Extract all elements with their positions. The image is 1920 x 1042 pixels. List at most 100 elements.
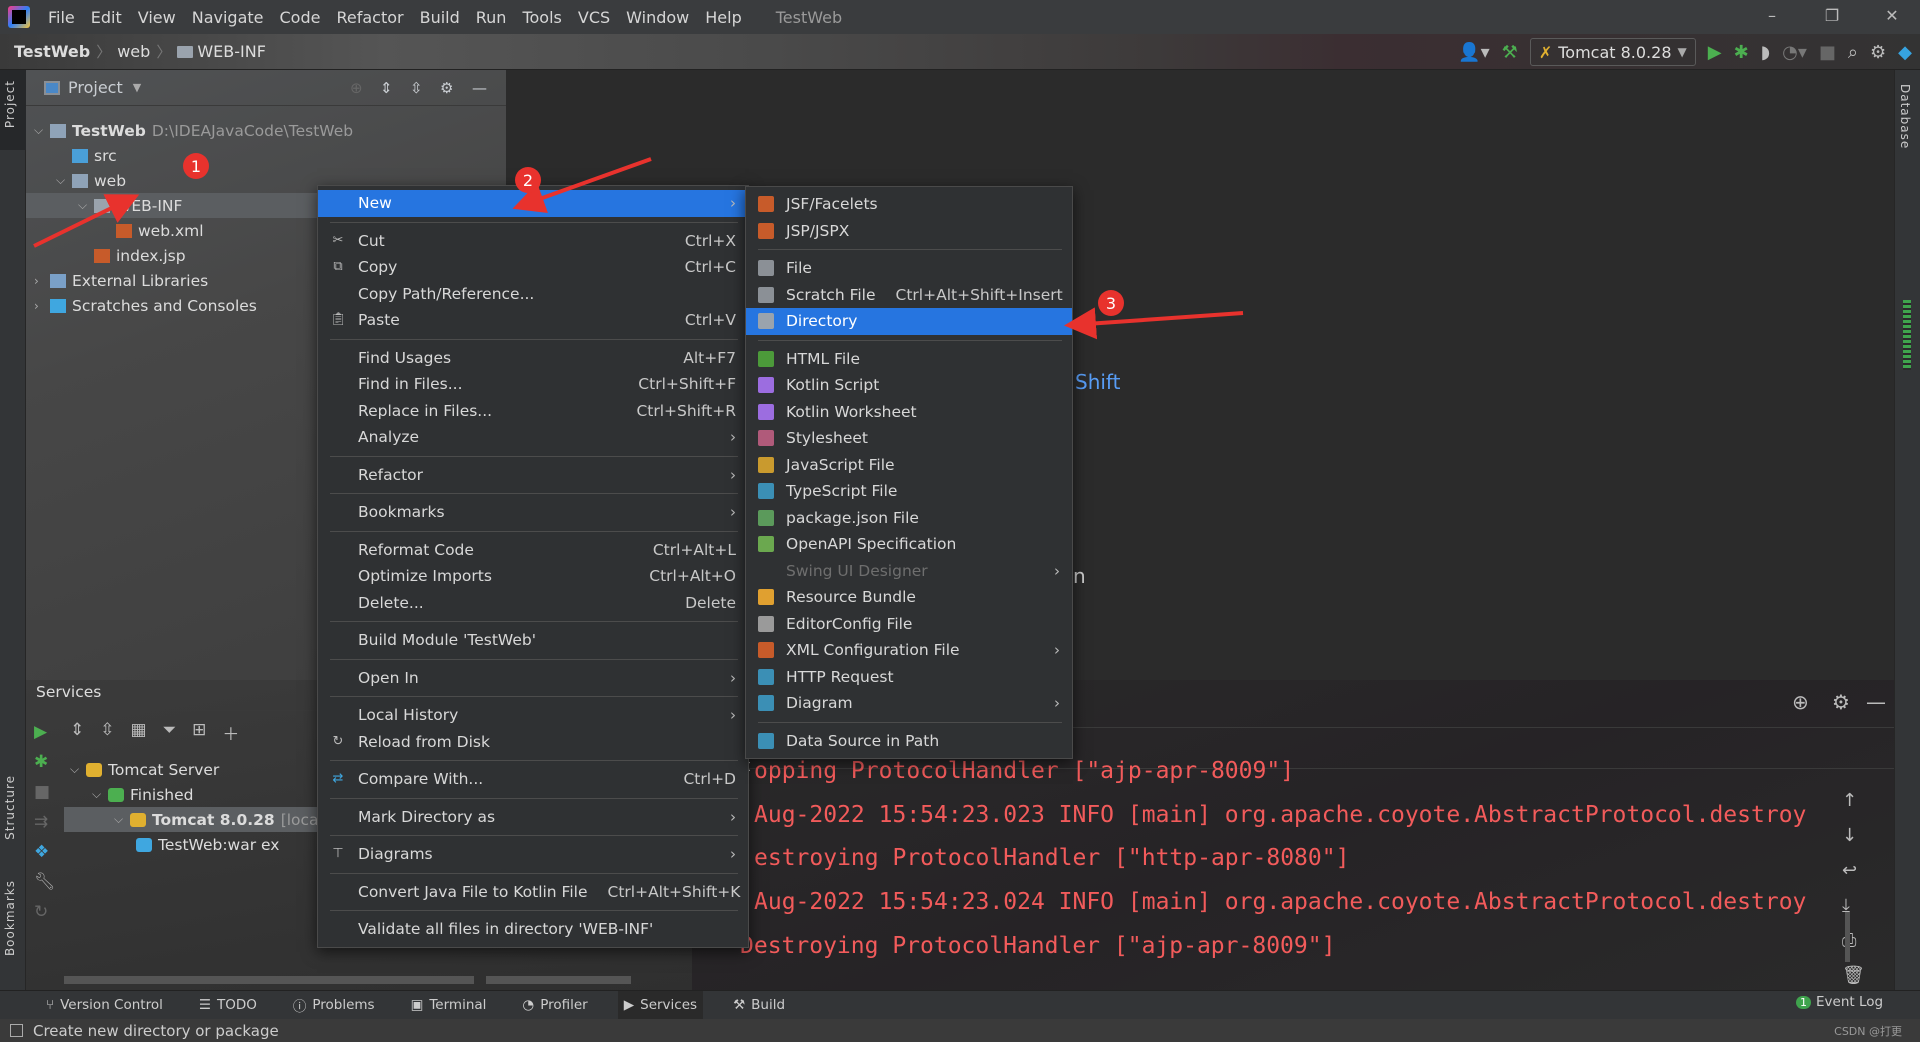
tool-window-build[interactable]: ⚒ Build (727, 991, 791, 1020)
menu-item-jsf-facelets[interactable]: JSF/Facelets (746, 191, 1072, 218)
menu-tools[interactable]: Tools (514, 8, 569, 27)
tool-window-problems[interactable]: ⓘ Problems (287, 991, 381, 1020)
menu-item-html-file[interactable]: HTML File (746, 346, 1072, 373)
menu-item-xml-configuration-file[interactable]: XML Configuration File › (746, 637, 1072, 664)
search-icon[interactable]: ⌕ (1848, 42, 1858, 63)
menu-item-diagram[interactable]: Diagram › (746, 690, 1072, 717)
run-icon[interactable]: ▶ (1708, 42, 1722, 63)
deploy-icon[interactable]: ⇉ (34, 812, 56, 832)
breadcrumb-web[interactable]: web (111, 42, 156, 61)
hide-icon[interactable]: — (472, 79, 487, 97)
run-icon[interactable]: ▶ (34, 722, 56, 742)
menu-item-copy-path-reference[interactable]: Copy Path/Reference... (318, 281, 748, 308)
chevron-right-icon[interactable]: › (34, 299, 50, 313)
menu-item-analyze[interactable]: Analyze › (318, 424, 748, 451)
gear-icon[interactable]: ⚙ (1832, 690, 1850, 714)
menu-item-jsp-jspx[interactable]: JSP/JSPX (746, 218, 1072, 245)
menu-item-copy[interactable]: ⧉ Copy Ctrl+C (318, 254, 748, 281)
horizontal-scrollbar[interactable] (64, 976, 474, 984)
tool-window-services[interactable]: ▶ Services (617, 990, 704, 1020)
chevron-right-icon[interactable]: › (34, 274, 50, 288)
expand-all-icon[interactable]: ⇕ (380, 79, 393, 97)
menu-item-find-in-files[interactable]: Find in Files... Ctrl+Shift+F (318, 371, 748, 398)
chevron-down-icon[interactable]: ⌵ (114, 812, 130, 827)
expand-all-icon[interactable]: ⇕ (70, 720, 84, 745)
soft-wrap-icon[interactable]: ↩ (1842, 860, 1865, 881)
menu-item-kotlin-script[interactable]: Kotlin Script (746, 372, 1072, 399)
tree-item[interactable]: ⌵ web (56, 168, 126, 193)
chevron-down-icon[interactable]: ⌵ (78, 198, 94, 213)
filter-icon[interactable]: ⏷ (163, 720, 177, 745)
menu-file[interactable]: File (40, 8, 83, 27)
breadcrumb-project[interactable]: TestWeb (0, 42, 96, 61)
service-item[interactable]: TestWeb:war ex (136, 832, 279, 857)
menu-item-openapi-specification[interactable]: OpenAPI Specification (746, 531, 1072, 558)
menu-item-mark-directory-as[interactable]: Mark Directory as › (318, 804, 748, 831)
menu-item-optimize-imports[interactable]: Optimize Imports Ctrl+Alt+O (318, 563, 748, 590)
arrow-up-icon[interactable]: ↑ (1842, 790, 1865, 811)
menu-item-replace-in-files[interactable]: Replace in Files... Ctrl+Shift+R (318, 398, 748, 425)
bookmarks-tool-button[interactable]: Bookmarks (3, 880, 17, 956)
tree-item[interactable]: src (56, 143, 117, 168)
collapse-all-icon[interactable]: ⇳ (410, 79, 423, 97)
menu-item-refactor[interactable]: Refactor › (318, 462, 748, 489)
trash-icon[interactable]: 🗑︎ (1842, 965, 1865, 986)
tree-item[interactable]: index.jsp (78, 243, 186, 268)
menu-item-compare-with[interactable]: ⇄ Compare With... Ctrl+D (318, 766, 748, 793)
tool-window-todo[interactable]: ☰ TODO (193, 991, 263, 1020)
menu-item-kotlin-worksheet[interactable]: Kotlin Worksheet (746, 399, 1072, 426)
coverage-icon[interactable]: ◗ (1761, 42, 1770, 63)
menu-build[interactable]: Build (412, 8, 468, 27)
tool-window-version-control[interactable]: ⑂ Version Control (40, 991, 169, 1020)
menu-item-http-request[interactable]: HTTP Request (746, 664, 1072, 691)
collapse-all-icon[interactable]: ⇳ (100, 720, 114, 745)
arrow-down-icon[interactable]: ↓ (1842, 825, 1865, 846)
menu-item-reload-from-disk[interactable]: ↻ Reload from Disk (318, 729, 748, 756)
menu-item-paste[interactable]: 📋︎ Paste Ctrl+V (318, 307, 748, 334)
menu-item-typescript-file[interactable]: TypeScript File (746, 478, 1072, 505)
menu-item-build-module-testweb[interactable]: Build Module 'TestWeb' (318, 627, 748, 654)
menu-item-package-json-file[interactable]: package.json File (746, 505, 1072, 532)
menu-item-local-history[interactable]: Local History › (318, 702, 748, 729)
menu-item-cut[interactable]: ✂ Cut Ctrl+X (318, 228, 748, 255)
hide-icon[interactable]: — (1866, 690, 1886, 714)
horizontal-scrollbar[interactable] (486, 976, 631, 984)
menu-navigate[interactable]: Navigate (184, 8, 272, 27)
tree-item[interactable]: web.xml (100, 218, 204, 243)
service-item[interactable]: ⌵ Tomcat 8.0.28 [local] (64, 807, 344, 832)
menu-item-bookmarks[interactable]: Bookmarks › (318, 499, 748, 526)
menu-code[interactable]: Code (272, 8, 329, 27)
tree-item[interactable]: ⌵ TestWeb D:\IDEAJavaCode\TestWeb (34, 118, 353, 143)
close-button[interactable]: ✕ (1872, 6, 1912, 25)
locate-icon[interactable]: ⊕ (350, 79, 363, 97)
debug-icon[interactable]: ✱ (34, 752, 56, 772)
menu-view[interactable]: View (130, 8, 184, 27)
tree-item[interactable]: › External Libraries (34, 268, 208, 293)
chevron-down-icon[interactable]: ⌵ (70, 762, 86, 777)
menu-item-resource-bundle[interactable]: Resource Bundle (746, 584, 1072, 611)
menu-item-open-in[interactable]: Open In › (318, 665, 748, 692)
structure-tool-button[interactable]: Structure (3, 775, 17, 840)
group-by-icon[interactable]: ▦ (131, 720, 147, 745)
menu-item-delete[interactable]: Delete... Delete (318, 590, 748, 617)
status-window-icon[interactable] (10, 1024, 23, 1037)
project-view-select[interactable]: Project (68, 78, 123, 97)
service-item[interactable]: ⌵ Tomcat Server (70, 757, 219, 782)
chevron-down-icon[interactable]: ▼ (133, 81, 141, 94)
gear-icon[interactable]: ⚙ (440, 79, 453, 97)
menu-help[interactable]: Help (697, 8, 749, 27)
chevron-down-icon[interactable]: ⌵ (34, 123, 50, 138)
debug-icon[interactable]: ✱ (1734, 42, 1749, 63)
menu-item-data-source-in-path[interactable]: Data Source in Path (746, 728, 1072, 755)
menu-item-validate-all-files-in-directory-web-inf[interactable]: Validate all files in directory 'WEB-INF… (318, 916, 748, 943)
menu-item-convert-java-file-to-kotlin-file[interactable]: Convert Java File to Kotlin File Ctrl+Alt… (318, 879, 748, 906)
project-tool-button[interactable]: Project (3, 80, 17, 128)
menu-item-javascript-file[interactable]: JavaScript File (746, 452, 1072, 479)
run-configuration-select[interactable]: ✗ Tomcat 8.0.28 ▼ (1529, 38, 1696, 66)
menu-vcs[interactable]: VCS (570, 8, 618, 27)
menu-item-editorconfig-file[interactable]: EditorConfig File (746, 611, 1072, 638)
menu-item-stylesheet[interactable]: Stylesheet (746, 425, 1072, 452)
breadcrumb-web-inf[interactable]: WEB-INF (171, 42, 272, 61)
deployment-icon[interactable]: ❖ (34, 842, 56, 862)
menu-item-diagrams[interactable]: ⊤ Diagrams › (318, 841, 748, 868)
